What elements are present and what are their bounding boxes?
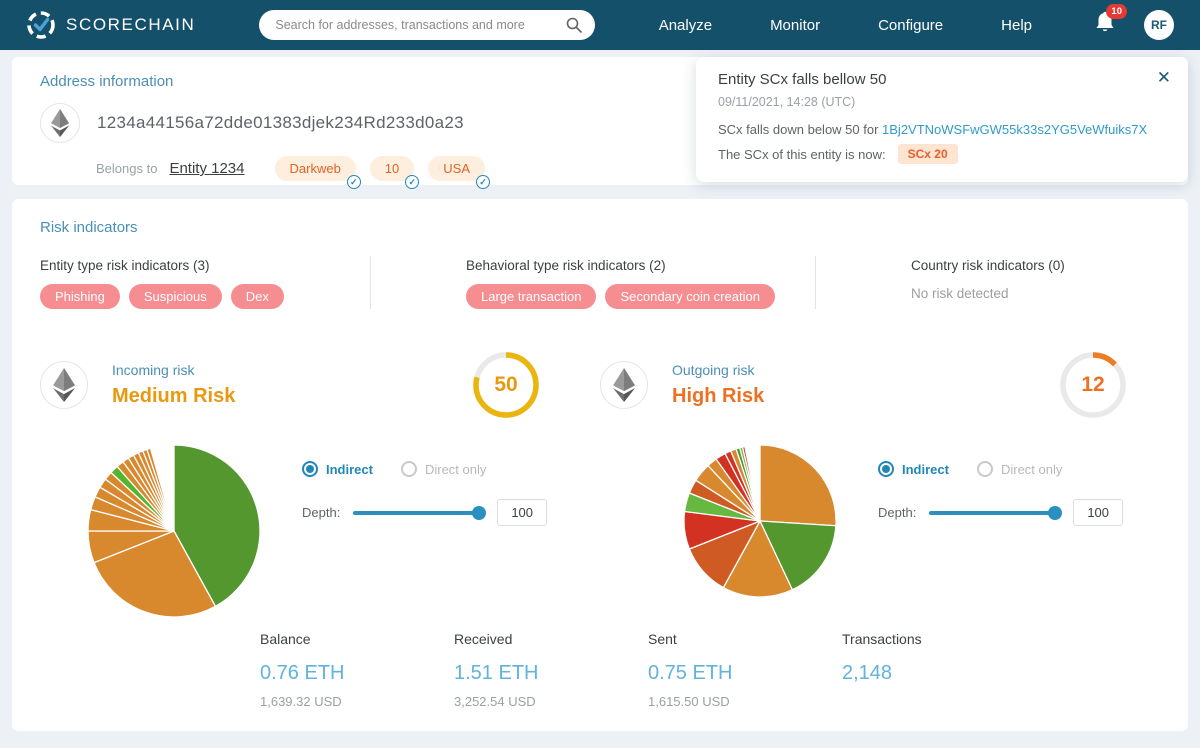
risk-pill: Suspicious — [129, 284, 222, 309]
outgoing-score-gauge: 12 — [1059, 351, 1127, 419]
nav-links: Analyze Monitor Configure Help — [601, 17, 1032, 34]
user-avatar[interactable]: RF — [1144, 10, 1174, 40]
radio-unselected-icon — [401, 461, 417, 477]
indirect-radio[interactable]: Indirect — [878, 461, 949, 477]
depth-value-box[interactable]: 100 — [497, 499, 547, 526]
search-icon[interactable] — [566, 17, 582, 33]
indirect-radio[interactable]: Indirect — [302, 461, 373, 477]
nav-item-monitor[interactable]: Monitor — [770, 17, 820, 34]
risk-pill: Phishing — [40, 284, 120, 309]
incoming-exposure-pie-chart — [86, 443, 262, 619]
nav-item-help[interactable]: Help — [1001, 17, 1032, 34]
outgoing-score-value: 12 — [1059, 351, 1127, 419]
verified-check-icon: ✓ — [347, 175, 361, 189]
search-bar — [259, 10, 595, 40]
risk-pill: Secondary coin creation — [605, 284, 774, 309]
notification-address-link[interactable]: 1Bj2VTNoWSFwGW55k33s2YG5VeWfuiks7X — [882, 122, 1147, 137]
stat-sent: Sent 0.75 ETH 1,615.50 USD — [648, 631, 842, 709]
notification-message-prefix: SCx falls down below 50 for — [718, 122, 882, 137]
ethereum-icon — [40, 361, 88, 409]
nav-item-analyze[interactable]: Analyze — [659, 17, 712, 34]
incoming-score-gauge: 50 — [472, 351, 540, 419]
outgoing-risk-level: High Risk — [672, 385, 764, 408]
belongs-to-label: Belongs to — [96, 161, 157, 176]
address-stats: Balance 0.76 ETH 1,639.32 USD Received 1… — [260, 631, 1036, 709]
risk-pill: Large transaction — [466, 284, 596, 309]
stat-transactions: Transactions 2,148 — [842, 631, 1036, 709]
stat-balance: Balance 0.76 ETH 1,639.32 USD — [260, 631, 454, 709]
depth-value-box[interactable]: 100 — [1073, 499, 1123, 526]
depth-slider[interactable] — [353, 511, 479, 515]
incoming-risk-level: Medium Risk — [112, 385, 235, 408]
notification-timestamp: 09/11/2021, 14:28 (UTC) — [718, 95, 1166, 109]
notification-popup: Entity SCx falls bellow 50 ✕ 09/11/2021,… — [696, 57, 1188, 182]
country-risk-label: Country risk indicators (0) — [911, 258, 1160, 273]
direct-only-radio[interactable]: Direct only — [977, 461, 1062, 477]
incoming-risk-subtitle: Incoming risk — [112, 362, 235, 378]
radio-selected-icon — [302, 461, 318, 477]
outgoing-risk-subtitle: Outgoing risk — [672, 362, 764, 378]
notification-title: Entity SCx falls bellow 50 — [718, 71, 1166, 88]
depth-slider-thumb[interactable] — [472, 506, 486, 520]
depth-slider-thumb[interactable] — [1048, 506, 1062, 520]
scorechain-logo-icon — [26, 10, 56, 40]
outgoing-risk-panel: Outgoing risk High Risk 12 Indirect — [600, 351, 1160, 619]
behavioral-risk-group: Behavioral type risk indicators (2) Larg… — [370, 256, 815, 309]
verified-check-icon: ✓ — [476, 175, 490, 189]
country-risk-group: Country risk indicators (0) No risk dete… — [815, 256, 1160, 309]
incoming-score-value: 50 — [472, 351, 540, 419]
entity-risk-label: Entity type risk indicators (3) — [40, 258, 370, 273]
verified-check-icon: ✓ — [405, 175, 419, 189]
radio-unselected-icon — [977, 461, 993, 477]
notification-status-prefix: The SCx of this entity is now: — [718, 147, 886, 162]
address-tag-badge: Darkweb✓ — [275, 156, 356, 181]
outgoing-controls: Indirect Direct only Depth: 100 — [878, 461, 1123, 599]
incoming-risk-panel: Incoming risk Medium Risk 50 Indirect — [40, 351, 600, 619]
notification-message: SCx falls down below 50 for 1Bj2VTNoWSFw… — [718, 122, 1166, 137]
top-navbar: SCORECHAIN Analyze Monitor Configure Hel… — [0, 0, 1200, 50]
close-icon[interactable]: ✕ — [1157, 68, 1171, 88]
ethereum-icon — [40, 103, 80, 143]
entity-risk-group: Entity type risk indicators (3) Phishing… — [40, 256, 370, 309]
risk-indicators-card: Risk indicators Entity type risk indicat… — [12, 199, 1188, 731]
brand[interactable]: SCORECHAIN — [26, 10, 195, 40]
notifications-button[interactable]: 10 — [1094, 11, 1116, 40]
notification-count-badge: 10 — [1106, 4, 1127, 19]
search-input[interactable] — [259, 10, 595, 40]
scx-score-badge: SCx 20 — [898, 144, 958, 164]
incoming-controls: Indirect Direct only Depth: 100 — [302, 461, 547, 619]
stat-received: Received 1.51 ETH 3,252.54 USD — [454, 631, 648, 709]
nav-item-configure[interactable]: Configure — [878, 17, 943, 34]
brand-name: SCORECHAIN — [66, 15, 195, 35]
depth-slider[interactable] — [929, 511, 1055, 515]
risk-section-title: Risk indicators — [40, 219, 1160, 236]
direct-only-radio[interactable]: Direct only — [401, 461, 486, 477]
depth-label: Depth: — [302, 505, 340, 520]
address-tag-badge: USA✓ — [428, 156, 485, 181]
ethereum-icon — [600, 361, 648, 409]
depth-label: Depth: — [878, 505, 916, 520]
behavioral-risk-label: Behavioral type risk indicators (2) — [466, 258, 815, 273]
address-tag-badge: 10✓ — [370, 156, 414, 181]
outgoing-exposure-pie-chart — [682, 443, 838, 599]
address-value: 1234a44156a72dde01383djek234Rd233d0a23 — [97, 113, 464, 133]
no-risk-text: No risk detected — [911, 286, 1160, 301]
entity-link[interactable]: Entity 1234 — [169, 160, 244, 177]
address-badges: Darkweb✓ 10✓ USA✓ — [261, 156, 486, 181]
risk-pill: Dex — [231, 284, 284, 309]
radio-selected-icon — [878, 461, 894, 477]
